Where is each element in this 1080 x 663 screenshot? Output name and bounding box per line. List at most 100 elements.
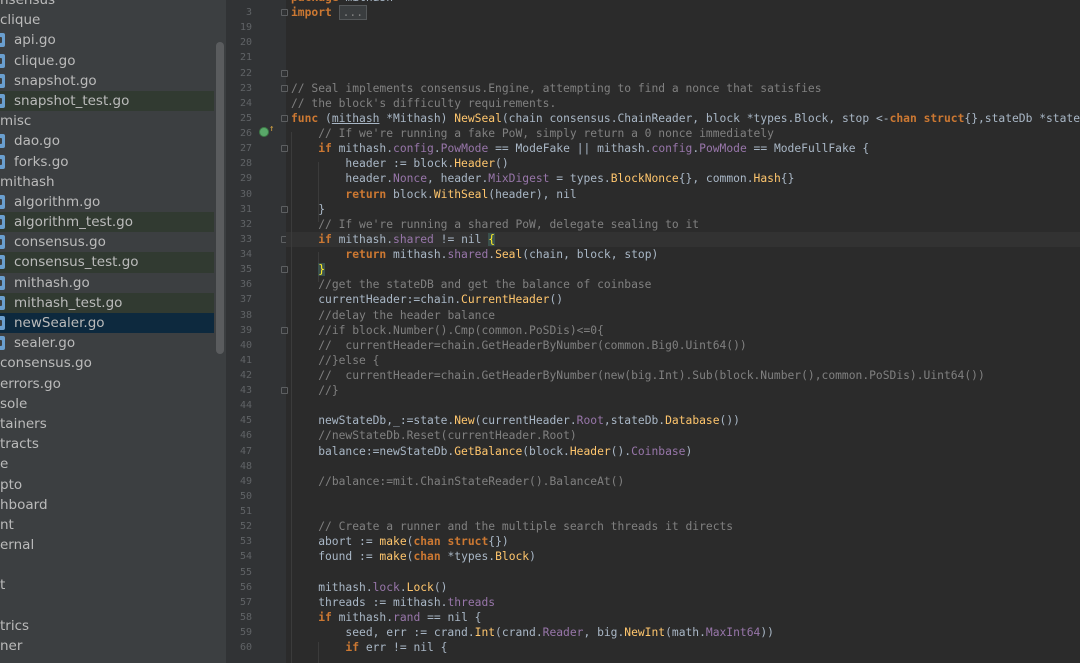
code-token: (chain consensus.ChainReader, block *typ… (501, 111, 890, 125)
line-number: 41 (239, 354, 252, 366)
tree-file-item[interactable]: forks.go (0, 152, 214, 172)
tree-item-label: clique.go (14, 52, 76, 69)
line-number: 31 (239, 203, 252, 215)
project-tree-scrollbar[interactable] (214, 0, 226, 663)
code-line: if mithash.rand == nil { (291, 610, 481, 625)
line-number: 22 (239, 67, 252, 79)
code-line: return block.WithSeal(header), nil (291, 187, 577, 202)
code-token: header. (291, 172, 394, 186)
tree-folder-item[interactable]: tainers (0, 414, 214, 434)
tree-folder-item[interactable] (0, 596, 214, 616)
tree-file-item[interactable]: snapshot.go (0, 71, 214, 91)
code-line: //if block.Number().Cmp(common.PoSDis)<=… (291, 323, 604, 338)
project-tree[interactable]: nsensus clique api.go clique.go snapshot.go s… (0, 0, 226, 663)
tree-folder-item[interactable]: mithash (0, 172, 214, 192)
code-token: seed, err := crand. (291, 626, 475, 640)
code-token: Lock (406, 580, 434, 594)
code-token: //}else { (318, 353, 380, 367)
tree-item-label: consensus_test.go (14, 254, 139, 271)
tree-folder-item[interactable]: nsensus (0, 0, 214, 10)
tree-folder-item[interactable]: ernal (0, 535, 214, 555)
code-line: currentHeader:=chain.CurrentHeader() (291, 292, 563, 307)
tree-folder-item[interactable]: sole (0, 394, 214, 414)
code-token: (). (610, 444, 632, 458)
tree-file-item[interactable]: dao.go (0, 131, 214, 151)
tree-file-item[interactable]: consensus_test.go (0, 252, 214, 273)
tree-item-label: clique (0, 12, 41, 29)
tree-folder-item[interactable]: clique (0, 10, 214, 30)
tree-file-item[interactable]: consensus.go (0, 232, 214, 252)
tree-folder-item[interactable]: ner (0, 636, 214, 656)
line-number: 34 (239, 249, 252, 261)
tree-item-label: sealer.go (14, 335, 76, 352)
code-token: (header), nil (488, 187, 577, 201)
tree-item-label: snapshot.go (14, 72, 97, 89)
code-token: MaxInt64 (705, 626, 761, 640)
code-token: block. (386, 187, 434, 201)
tree-folder-item[interactable]: trics (0, 616, 214, 636)
implementation-arrow-icon[interactable]: ↑ (269, 124, 274, 134)
tree-folder-item[interactable]: tracts (0, 434, 214, 454)
line-number: 3 (245, 7, 252, 19)
line-number: 42 (239, 370, 252, 381)
code-token: PowMode (699, 142, 747, 156)
tree-folder-item[interactable] (0, 555, 214, 575)
tree-file-item[interactable]: snapshot_test.go (0, 90, 214, 112)
line-number: 37 (239, 294, 252, 306)
tree-item-label: mithash (0, 173, 55, 190)
code-token: // the block's difficulty requirements. (291, 96, 557, 110)
code-token: New (454, 414, 475, 428)
code-token: Root (576, 414, 604, 428)
tree-folder-item[interactable]: misc (0, 111, 214, 131)
code-token: mithash. (386, 248, 448, 262)
tree-file-item[interactable]: mithash.go (0, 273, 214, 293)
code-token: ) (685, 444, 693, 458)
code-token: . (399, 580, 407, 594)
code-token: ()) (719, 414, 740, 428)
tree-file-item[interactable]: newSealer.go (0, 313, 214, 334)
tree-file-item[interactable]: algorithm_test.go (0, 212, 214, 233)
code-line: seed, err := crand.Int(crand.Reader, big… (291, 625, 774, 640)
project-tree-scroll-thumb[interactable] (216, 42, 224, 354)
code-token: // If we're running a shared PoW, delega… (318, 217, 700, 231)
tree-folder-item[interactable]: pto (0, 475, 214, 495)
code-token: // If we're running a fake PoW, simply r… (318, 127, 774, 141)
tree-folder-item[interactable]: hboard (0, 495, 214, 515)
tree-file-item[interactable]: api.go (0, 30, 214, 50)
code-token: {}) (488, 535, 509, 549)
line-number: 40 (239, 339, 252, 351)
tree-folder-item[interactable]: errors.go (0, 374, 214, 394)
tree-file-item[interactable]: mithash_test.go (0, 292, 214, 313)
implements-method-icon[interactable] (259, 127, 269, 137)
tree-item-label: e (0, 456, 9, 473)
tree-item-label: consensus.go (0, 355, 92, 372)
tree-file-item[interactable]: clique.go (0, 51, 214, 71)
tree-file-item[interactable]: algorithm.go (0, 192, 214, 212)
tree-folder-item[interactable]: t (0, 575, 214, 595)
code-line: //newStateDb.Reset(currentHeader.Root) (291, 428, 576, 443)
tree-file-item[interactable]: sealer.go (0, 333, 214, 353)
code-editor[interactable]: package mithashimport ...// Seal impleme… (286, 0, 1080, 663)
code-token: MixDigest (488, 172, 550, 186)
tree-item-label: pto (0, 476, 23, 493)
code-token: Database (665, 414, 720, 428)
code-line: header := block.Header() (291, 156, 508, 171)
tree-folder-item[interactable]: consensus.go (0, 353, 214, 373)
code-token: ) (529, 550, 536, 564)
go-file-icon (0, 33, 5, 48)
line-number: 49 (239, 475, 252, 487)
code-token: , header. (427, 172, 489, 186)
tree-folder-item[interactable]: nt (0, 515, 214, 535)
code-token: //if block.Number().Cmp(common.PoSDis)<=… (318, 323, 604, 337)
code-line: //balance:=mit.ChainStateReader().Balanc… (291, 474, 624, 489)
code-token: != nil (433, 232, 489, 246)
line-number: 35 (239, 264, 252, 276)
editor-gutter: ↑ 3 19 20 21 22 23 24 25 26 27 28 29 30 31 32 33 34 35 36 3… (226, 0, 288, 663)
code-token: //get the stateDB and get the balance of… (318, 278, 652, 292)
tree-folder-item[interactable]: e (0, 454, 214, 474)
code-token: threads := mithash. (291, 595, 448, 609)
tree-item-label: tainers (0, 415, 47, 432)
